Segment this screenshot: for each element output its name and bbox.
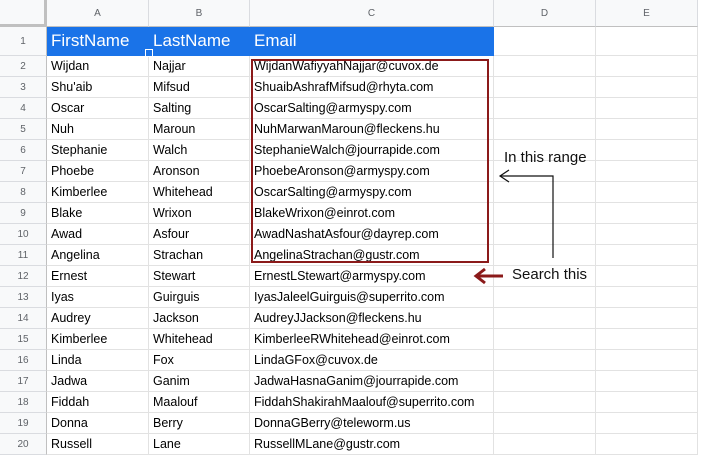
range-pointer-arrow <box>500 175 554 258</box>
selection-fill-handle[interactable] <box>145 49 153 57</box>
annotation-arrows <box>473 169 554 285</box>
